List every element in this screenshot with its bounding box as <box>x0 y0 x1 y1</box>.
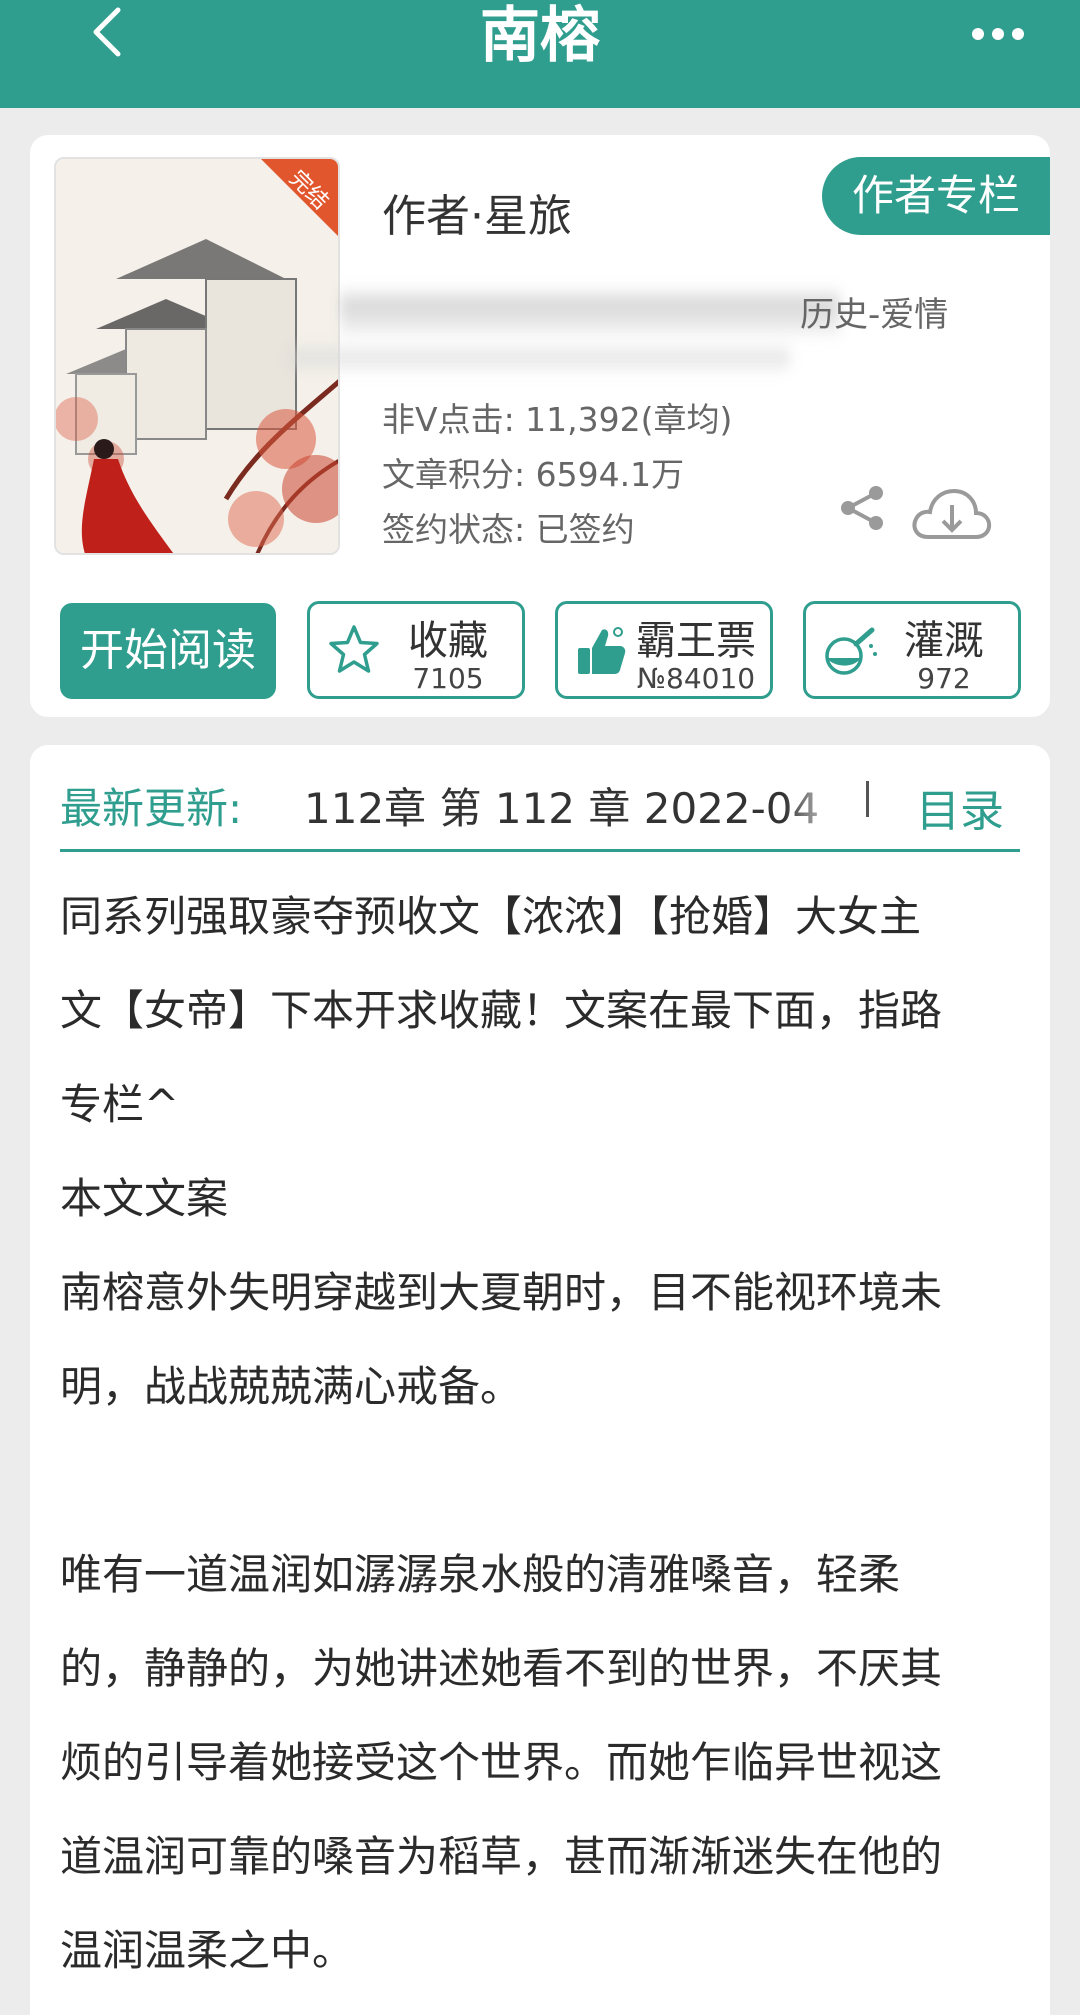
water-label: 灌溉 <box>904 618 984 664</box>
description-line: 专栏^ <box>60 1080 180 1129</box>
vote-button[interactable]: 霸王票 №84010 <box>555 601 773 699</box>
vote-count: №84010 <box>636 662 756 695</box>
share-icon[interactable] <box>838 483 888 533</box>
author-column-button[interactable]: 作者专栏 <box>822 157 1050 235</box>
description-line: 烦的引导着她接受这个世界。而她乍临异世视这 <box>60 1738 943 1787</box>
flask-icon <box>825 627 877 675</box>
description-line: 本文文案 <box>60 1174 229 1223</box>
description-line: 温润温柔之中。 <box>60 1926 355 1975</box>
page-title: 南榕 <box>480 1 600 71</box>
collect-label: 收藏 <box>408 618 488 664</box>
download-cloud-icon[interactable] <box>910 483 992 543</box>
description-line: 南榕意外失明穿越到大夏朝时，目不能视环境未 <box>60 1268 943 1317</box>
sign-status-stat: 签约状态: 已签约 <box>382 510 635 549</box>
star-icon <box>329 625 379 673</box>
book-description-card: 最新更新: 112章 第 112 章 2022-04 目录 同系列强取豪夺预收文… <box>30 745 1050 2015</box>
genre-label: 历史-爱情 <box>800 295 949 335</box>
blurred-info-secondary <box>290 340 790 376</box>
top-bar: 南榕 <box>0 0 1080 108</box>
update-divider <box>60 849 1020 852</box>
latest-update-marquee[interactable]: 112章 第 112 章 2022-04 <box>304 775 844 835</box>
click-count-stat: 非Ⅴ点击: 11,392(章均) <box>382 400 733 439</box>
description-line: 的，静静的，为她讲述她看不到的世界，不厌其 <box>60 1644 943 1693</box>
table-of-contents-link[interactable]: 目录 <box>916 775 1004 839</box>
description-blank-line <box>60 1434 1030 1528</box>
water-button[interactable]: 灌溉 972 <box>803 601 1021 699</box>
book-info-card: 完结 作者·星旅 作者专栏 历史-爱情 非Ⅴ点击: 11,392(章均) 文章积… <box>30 135 1050 717</box>
vote-label: 霸王票 <box>636 618 756 664</box>
book-description: 同系列强取豪夺预收文【浓浓】【抢婚】大女主 文【女帝】下本开求收藏！文案在最下面… <box>60 870 1030 1998</box>
author-name[interactable]: 作者·星旅 <box>382 180 572 244</box>
description-line: 道温润可靠的嗓音为稻草，甚而渐渐迷失在他的 <box>60 1832 943 1881</box>
description-line: 唯有一道温润如潺潺泉水般的清雅嗓音，轻柔 <box>60 1550 901 1599</box>
latest-update-label: 最新更新: <box>60 784 243 833</box>
blurred-info <box>340 285 840 341</box>
collect-button[interactable]: 收藏 7105 <box>307 601 525 699</box>
collect-count: 7105 <box>412 662 484 695</box>
divider <box>866 781 869 817</box>
description-line: 文【女帝】下本开求收藏！文案在最下面，指路 <box>60 986 943 1035</box>
description-line: 明，战战兢兢满心戒备。 <box>60 1362 523 1411</box>
water-count: 972 <box>917 662 971 695</box>
score-stat: 文章积分: 6594.1万 <box>382 455 685 494</box>
thumbs-up-icon <box>578 627 626 674</box>
start-reading-button[interactable]: 开始阅读 <box>60 603 276 699</box>
description-line: 同系列强取豪夺预收文【浓浓】【抢婚】大女主 <box>60 892 922 941</box>
more-options-icon[interactable] <box>970 20 1026 48</box>
